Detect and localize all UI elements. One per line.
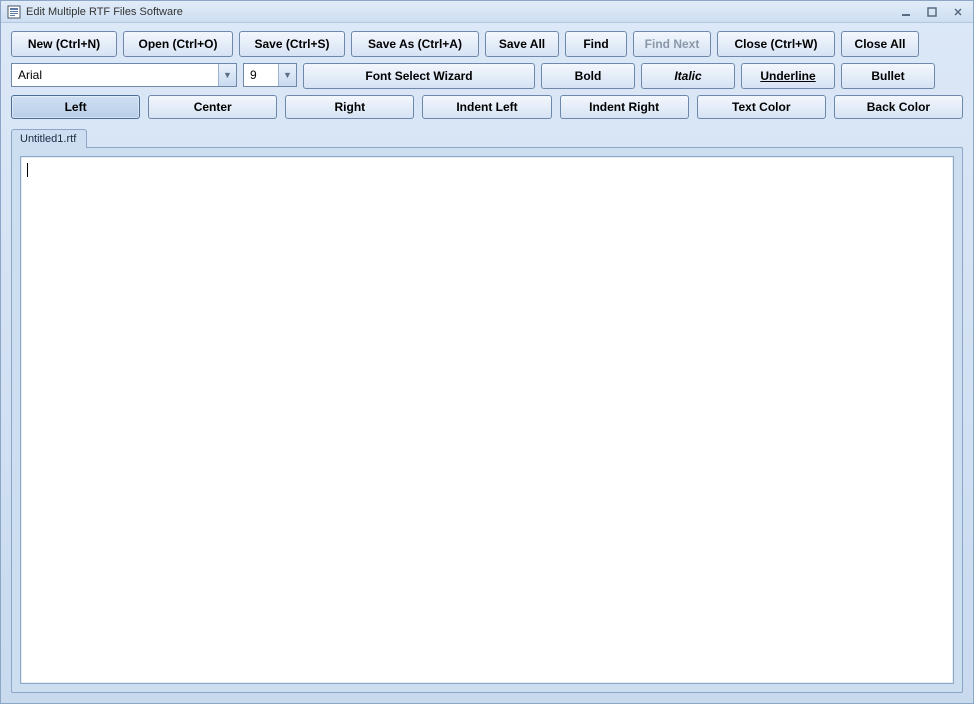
editor-frame: [11, 147, 963, 693]
window-title: Edit Multiple RTF Files Software: [26, 6, 897, 18]
close-all-button[interactable]: Close All: [841, 31, 919, 57]
app-window: Edit Multiple RTF Files Software New (Ct…: [0, 0, 974, 704]
maximize-button[interactable]: [923, 5, 941, 19]
app-icon: [7, 5, 21, 19]
indent-left-button[interactable]: Indent Left: [422, 95, 551, 119]
client-area: New (Ctrl+N) Open (Ctrl+O) Save (Ctrl+S)…: [1, 23, 973, 703]
minimize-button[interactable]: [897, 5, 915, 19]
new-button[interactable]: New (Ctrl+N): [11, 31, 117, 57]
toolbar-row-file: New (Ctrl+N) Open (Ctrl+O) Save (Ctrl+S)…: [11, 31, 963, 57]
bullet-button[interactable]: Bullet: [841, 63, 935, 89]
close-button[interactable]: Close (Ctrl+W): [717, 31, 835, 57]
italic-button[interactable]: Italic: [641, 63, 735, 89]
chevron-down-icon: ▼: [218, 64, 236, 86]
chevron-down-icon: ▼: [278, 64, 296, 86]
font-size-combo[interactable]: 9 ▼: [243, 63, 297, 87]
text-editor[interactable]: [20, 156, 954, 684]
document-tab-strip: Untitled1.rtf: [11, 125, 963, 147]
open-button[interactable]: Open (Ctrl+O): [123, 31, 233, 57]
save-all-button[interactable]: Save All: [485, 31, 559, 57]
titlebar: Edit Multiple RTF Files Software: [1, 1, 973, 23]
font-name-value: Arial: [12, 68, 218, 82]
underline-button[interactable]: Underline: [741, 63, 835, 89]
indent-right-button[interactable]: Indent Right: [560, 95, 689, 119]
font-name-combo[interactable]: Arial ▼: [11, 63, 237, 87]
window-controls: [897, 5, 967, 19]
font-size-value: 9: [244, 68, 278, 82]
save-as-button[interactable]: Save As (Ctrl+A): [351, 31, 479, 57]
close-window-button[interactable]: [949, 5, 967, 19]
text-cursor: [27, 163, 28, 177]
find-button[interactable]: Find: [565, 31, 627, 57]
align-right-button[interactable]: Right: [285, 95, 414, 119]
document-tab[interactable]: Untitled1.rtf: [11, 129, 87, 148]
save-button[interactable]: Save (Ctrl+S): [239, 31, 345, 57]
text-color-button[interactable]: Text Color: [697, 95, 826, 119]
back-color-button[interactable]: Back Color: [834, 95, 963, 119]
align-center-button[interactable]: Center: [148, 95, 277, 119]
toolbar-row-paragraph: Left Center Right Indent Left Indent Rig…: [11, 95, 963, 119]
find-next-button[interactable]: Find Next: [633, 31, 711, 57]
font-select-wizard-button[interactable]: Font Select Wizard: [303, 63, 535, 89]
align-left-button[interactable]: Left: [11, 95, 140, 119]
toolbar-row-font: Arial ▼ 9 ▼ Font Select Wizard Bold Ital…: [11, 63, 963, 89]
bold-button[interactable]: Bold: [541, 63, 635, 89]
